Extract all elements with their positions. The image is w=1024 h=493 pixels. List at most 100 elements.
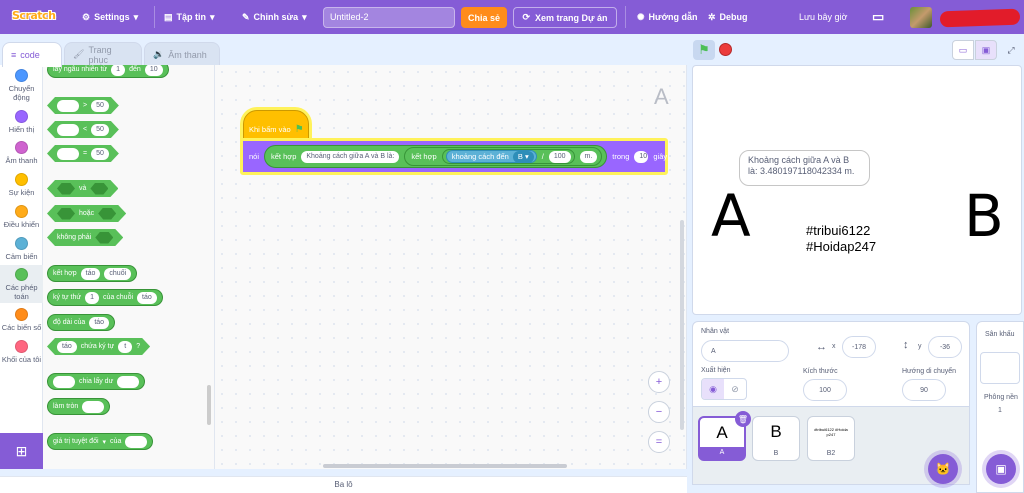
direction-input[interactable]: 90 (902, 379, 946, 401)
block-contains[interactable]: táo chứa ký tự t ? (47, 338, 150, 355)
join-block[interactable]: kết hợp Khoảng cách giữa A và B là: kết … (264, 145, 608, 168)
block-input[interactable] (57, 148, 79, 160)
category-operators[interactable]: Các phép toán (0, 265, 43, 303)
divide-block[interactable]: khoảng cách đến B ▾ / 100 (441, 149, 575, 164)
block-input[interactable]: táo (89, 316, 110, 329)
block-input[interactable] (117, 375, 140, 388)
sprite-name-input[interactable]: A (701, 340, 789, 362)
block-input[interactable]: 50 (91, 124, 109, 136)
block-bool-input[interactable] (90, 183, 108, 195)
x-input[interactable]: -178 (842, 336, 876, 358)
block-input[interactable]: 50 (91, 148, 109, 160)
save-now-button[interactable]: Lưu bây giờ (799, 0, 847, 34)
block-round[interactable]: làm tròn (47, 398, 111, 415)
sprite-b2-tag-1[interactable]: #tribui6122 (806, 223, 870, 238)
category-motion[interactable]: Chuyển động (0, 69, 43, 102)
block-length-of[interactable]: độ dài của táo (47, 314, 116, 331)
zoom-reset-button[interactable]: = (648, 431, 670, 453)
hide-sprite-eye-icon[interactable]: ⊘ (724, 379, 746, 399)
y-input[interactable]: -36 (928, 336, 962, 358)
choose-backdrop-button[interactable]: ▣ (986, 454, 1016, 484)
palette-scrollbar[interactable] (207, 385, 211, 425)
block-input[interactable]: táo (137, 291, 157, 304)
block-bool-input[interactable] (57, 183, 75, 195)
block-mod[interactable]: chia lấy dư (47, 373, 146, 390)
block-letter-of[interactable]: ký tự thứ 1 của chuỗi táo (47, 289, 163, 306)
block-less-than[interactable]: < 50 (47, 121, 119, 138)
project-title-input[interactable]: Untitled-2 (323, 7, 455, 28)
block-input[interactable]: 1 (85, 291, 100, 304)
block-input[interactable] (125, 435, 148, 448)
zoom-in-button[interactable]: + (648, 371, 670, 393)
my-stuff-folder-icon[interactable]: ▭ (872, 0, 884, 34)
add-extension-button[interactable]: ⊞ (0, 433, 43, 469)
see-project-page-button[interactable]: ⟳ Xem trang Dự án (513, 7, 617, 28)
share-button[interactable]: Chia sẻ (461, 7, 507, 28)
category-sensing[interactable]: Cảm biến (0, 237, 43, 261)
block-input[interactable] (82, 400, 105, 413)
dropdown-arrow-icon[interactable]: ▾ (103, 438, 107, 446)
when-flag-clicked-block[interactable]: Khi bấm vào ⚑ (243, 110, 309, 140)
block-join[interactable]: kết hợp táo chuối (47, 265, 138, 282)
block-input[interactable] (57, 124, 79, 136)
block-input[interactable]: 100 (548, 150, 571, 163)
stop-button[interactable] (719, 43, 732, 56)
distance-to-block[interactable]: khoảng cách đến B ▾ (445, 150, 537, 163)
tab-sounds[interactable]: 🔉 Âm thanh (144, 42, 220, 66)
block-input[interactable]: táo (80, 267, 101, 280)
edit-menu[interactable]: ✎ Chỉnh sửa ▾ (242, 0, 307, 34)
category-control[interactable]: Điều khiển (0, 205, 43, 229)
block-input[interactable]: chuối (104, 267, 132, 280)
block-and[interactable]: và (47, 180, 118, 197)
block-input[interactable]: 1 (111, 65, 126, 76)
scratch-logo[interactable]: Scratch (12, 9, 56, 22)
stage-thumbnail[interactable] (980, 352, 1020, 384)
script-vertical-scrollbar[interactable] (680, 220, 684, 430)
show-sprite-eye-icon[interactable]: ◉ (702, 379, 724, 399)
user-avatar[interactable] (910, 7, 932, 28)
block-input[interactable]: m. (579, 150, 598, 163)
backpack[interactable]: Ba lô (0, 476, 687, 493)
block-pick-random[interactable]: lấy ngẫu nhiên từ 1 đến 10 (47, 65, 169, 78)
join-block[interactable]: kết hợp khoảng cách đến B ▾ / 100 m. (404, 147, 603, 166)
block-bool-input[interactable] (57, 208, 75, 220)
fullscreen-button[interactable]: ⤢ (1002, 40, 1020, 60)
green-flag-button[interactable]: ⚑ (693, 40, 715, 60)
block-greater-than[interactable]: > 50 (47, 97, 119, 114)
block-not[interactable]: không phải (47, 229, 123, 246)
category-events[interactable]: Sự kiện (0, 173, 43, 197)
target-dropdown[interactable]: B ▾ (512, 150, 534, 163)
small-stage-button[interactable]: ▭ (952, 40, 974, 60)
delete-sprite-trash-icon[interactable]: 🗑 (735, 411, 751, 427)
category-my-blocks[interactable]: Khối của tôi (0, 340, 43, 364)
sprite-b[interactable]: B (964, 180, 1004, 252)
debug-button[interactable]: ✲ Debug (708, 0, 748, 34)
block-math-op[interactable]: giá trị tuyệt đối ▾ của (47, 433, 154, 450)
sprite-thumb-b[interactable]: B B (752, 416, 800, 461)
tab-costumes[interactable]: 🖌 Trang phục (64, 42, 142, 66)
block-bool-input[interactable] (98, 208, 116, 220)
settings-menu[interactable]: ⚙ Settings ▾ (82, 0, 138, 34)
tutorials-button[interactable]: ✺ Hướng dẫn (637, 0, 697, 34)
block-input[interactable]: t (118, 341, 132, 353)
block-input[interactable] (53, 375, 75, 388)
block-input[interactable]: 10 (634, 150, 649, 163)
size-input[interactable]: 100 (803, 379, 847, 401)
category-variables[interactable]: Các biến số (0, 308, 43, 332)
block-bool-input[interactable] (95, 232, 113, 244)
say-for-secs-block[interactable]: nói kết hợp Khoảng cách giữa A và B là: … (240, 138, 668, 175)
block-equals[interactable]: = 50 (47, 145, 119, 162)
zoom-out-button[interactable]: − (648, 401, 670, 423)
large-stage-button[interactable]: ▣ (975, 40, 997, 60)
block-input[interactable]: táo (57, 341, 77, 353)
file-menu[interactable]: ▤ Tập tin ▾ (164, 0, 215, 34)
block-or[interactable]: hoặc (47, 205, 126, 222)
sprite-thumb-b2[interactable]: #tribui6122 #Hoidap247 B2 (807, 416, 855, 461)
block-input[interactable]: 50 (91, 100, 109, 112)
sprite-b2-tag-2[interactable]: #Hoidap247 (806, 239, 876, 254)
block-input[interactable]: Khoảng cách giữa A và B là: (301, 150, 400, 163)
tab-code[interactable]: ≡ code (2, 42, 62, 67)
choose-sprite-button[interactable]: 🐱 (928, 454, 958, 484)
block-input[interactable]: 10 (144, 65, 163, 76)
block-input[interactable] (57, 100, 79, 112)
